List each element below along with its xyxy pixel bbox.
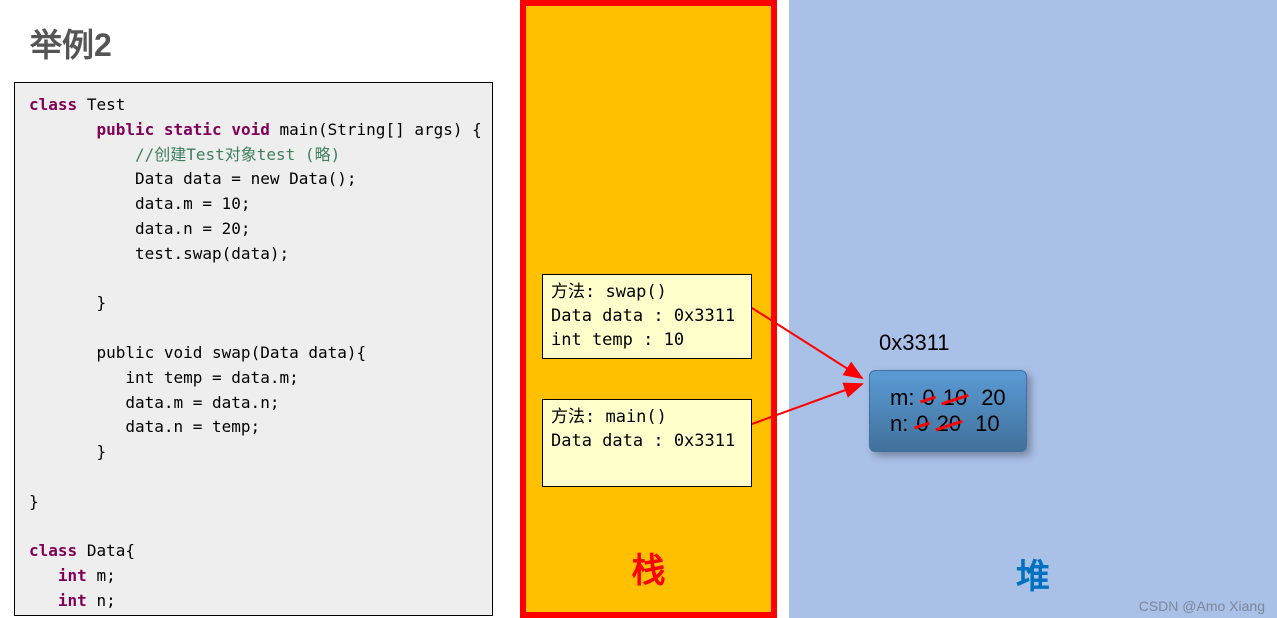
code-brace: } — [29, 492, 39, 511]
heap-field-label: n: — [890, 411, 908, 437]
main-signature: main(String[] args) { — [270, 120, 482, 139]
code-line: data.n = 20; — [135, 219, 251, 238]
stack-frame-main: 方法: main() Data data : 0x3311 — [542, 399, 752, 487]
class-name-test: Test — [87, 95, 126, 114]
stack-column: 方法: swap() Data data : 0x3311 int temp :… — [520, 0, 777, 618]
heap-struck-value: 20 — [937, 411, 961, 437]
heap-address: 0x3311 — [879, 330, 950, 356]
heap-field-m: m: 0 10 20 — [890, 385, 1006, 411]
code-line: data.m = data.n; — [125, 393, 279, 412]
keyword-class: class — [29, 541, 77, 560]
keyword-void: void — [231, 120, 270, 139]
heap-struck-value: 0 — [916, 411, 928, 437]
stack-frame-swap: 方法: swap() Data data : 0x3311 int temp :… — [542, 274, 752, 359]
code-line: Data data = new Data(); — [135, 169, 357, 188]
page-title: 举例2 — [30, 20, 112, 66]
code-block: class Test public static void main(Strin… — [14, 82, 493, 616]
heap-column: 0x3311 m:0 10 20 n:0 20 10 堆 — [789, 0, 1277, 618]
heap-new-value: 10 — [975, 411, 999, 437]
keyword-int: int — [58, 591, 87, 610]
code-comment: //创建Test对象test (略) — [135, 145, 340, 164]
heap-struck-value: 10 — [943, 385, 967, 411]
code-line: data.m = 10; — [135, 194, 251, 213]
keyword-class: class — [29, 95, 77, 114]
heap-new-value: 20 — [981, 385, 1005, 411]
keyword-public: public — [96, 120, 154, 139]
watermark: CSDN @Amo Xiang — [1139, 598, 1265, 614]
heap-label: 堆 — [1016, 549, 1050, 598]
heap-struck-value: 0 — [922, 385, 934, 411]
keyword-int: int — [58, 566, 87, 585]
code-line: data.n = temp; — [125, 417, 260, 436]
field-n: n; — [87, 591, 116, 610]
heap-field-n: n: 0 20 10 — [890, 411, 1006, 437]
stack-label: 栈 — [632, 543, 666, 592]
code-brace: } — [96, 442, 106, 461]
heap-object: m:0 10 20 n:0 20 10 — [869, 370, 1027, 452]
swap-signature: public void swap(Data data){ — [96, 343, 366, 362]
code-brace: { — [125, 541, 135, 560]
code-brace: } — [96, 293, 106, 312]
heap-field-label: m: — [890, 385, 914, 411]
code-line: test.swap(data); — [135, 244, 289, 263]
field-m: m; — [87, 566, 116, 585]
code-line: int temp = data.m; — [125, 368, 298, 387]
keyword-static: static — [164, 120, 222, 139]
class-name-data: Data — [87, 541, 126, 560]
